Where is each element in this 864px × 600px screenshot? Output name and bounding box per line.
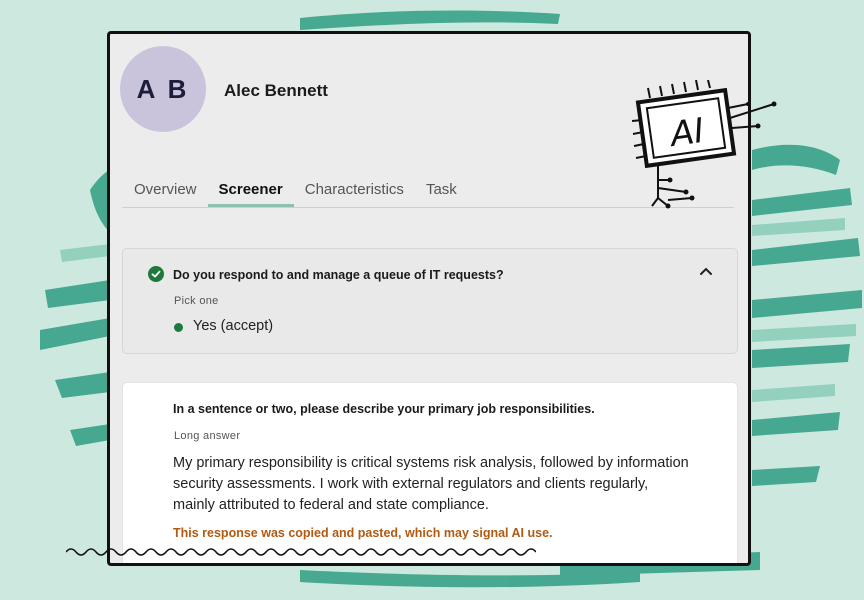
- tab-overview[interactable]: Overview: [122, 174, 208, 206]
- chevron-up-icon[interactable]: [699, 264, 713, 278]
- check-circle-icon: [148, 266, 164, 282]
- question-title: In a sentence or two, please describe yo…: [173, 402, 595, 416]
- ai-badge-text: AI: [666, 111, 707, 156]
- squiggle-decoration: [66, 548, 536, 556]
- candidate-name: Alec Bennett: [224, 81, 328, 100]
- long-answer-text: My primary responsibility is critical sy…: [173, 455, 689, 513]
- tab-screener[interactable]: Screener: [207, 174, 294, 207]
- selected-dot-icon: [174, 323, 183, 332]
- ai-chip-icon: AI: [631, 80, 777, 209]
- long-answer-card: In a sentence or two, please describe yo…: [122, 382, 738, 563]
- question-title: Do you respond to and manage a queue of …: [173, 268, 504, 282]
- tab-task[interactable]: Task: [415, 174, 468, 206]
- ai-warning-text: This response was copied and pasted, whi…: [173, 526, 553, 540]
- tab-characteristics[interactable]: Characteristics: [294, 174, 415, 206]
- selected-answer: Yes (accept): [193, 318, 274, 334]
- question-type-label: Pick one: [174, 295, 219, 307]
- avatar: A B: [120, 46, 206, 132]
- screener-question-card: Do you respond to and manage a queue of …: [122, 248, 738, 354]
- question-type-label: Long answer: [174, 430, 241, 442]
